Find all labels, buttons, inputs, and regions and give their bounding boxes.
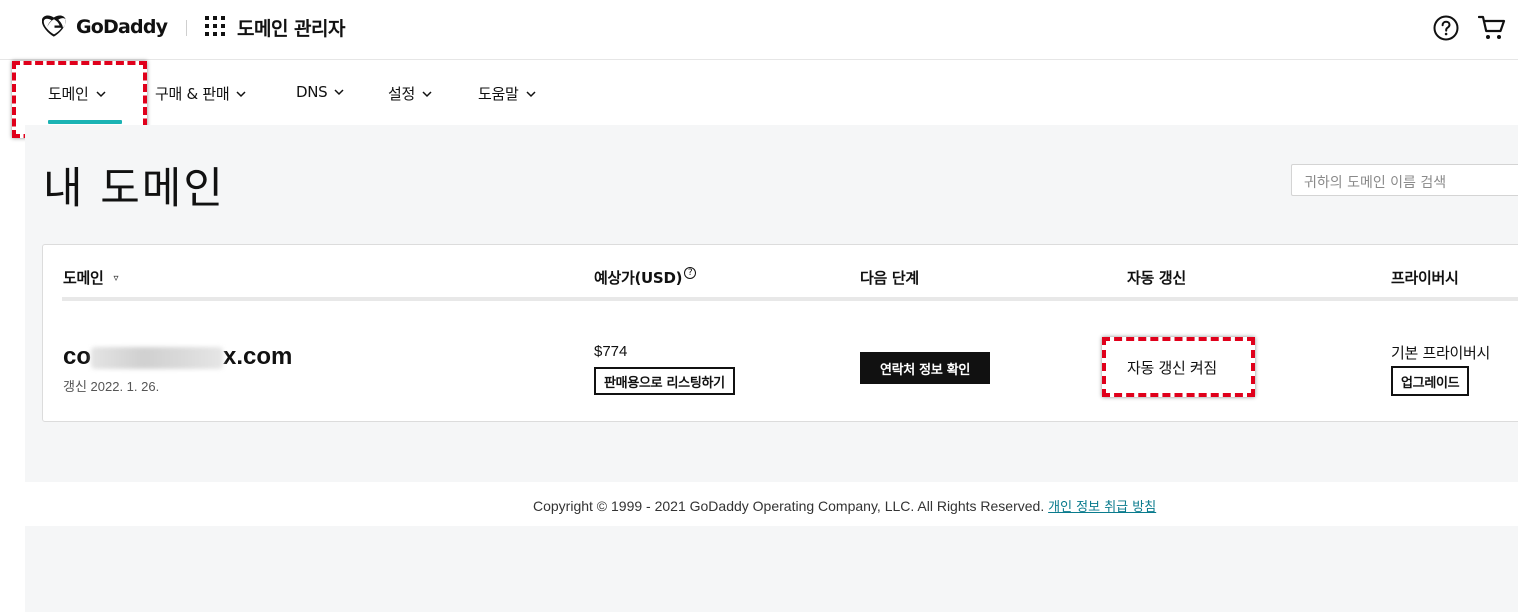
domain-name-prefix: co xyxy=(63,343,92,370)
apps-grid-icon[interactable] xyxy=(205,16,225,36)
column-header-price: 예상가(USD)? xyxy=(594,267,697,288)
brand-name: GoDaddy xyxy=(76,16,168,38)
privacy-policy-link[interactable]: 개인 정보 취급 방침 xyxy=(1048,500,1156,515)
cart-icon[interactable] xyxy=(1478,15,1506,41)
top-header: GoDaddy 도메인 관리자 xyxy=(0,0,1518,60)
upgrade-button[interactable]: 업그레이드 xyxy=(1391,366,1470,396)
renew-date: 갱신 2022. 1. 26. xyxy=(63,379,160,394)
chevron-down-icon xyxy=(334,89,344,96)
nav-buy-sell[interactable]: 구매 & 판매 xyxy=(155,83,246,104)
estimated-price: $774 xyxy=(594,343,628,360)
domain-search-input[interactable]: 귀하의 도메인 이름 검색 xyxy=(1291,164,1518,196)
domains-table xyxy=(42,244,1518,422)
nav-settings[interactable]: 설정 xyxy=(388,83,432,104)
redacted-blur xyxy=(91,346,224,369)
column-header-privacy: 프라이버시 xyxy=(1391,269,1459,287)
column-header-next-step: 다음 단계 xyxy=(860,269,919,287)
godaddy-logo-icon xyxy=(42,15,67,37)
help-icon[interactable] xyxy=(1433,15,1459,41)
highlight-annotation-auto-renew xyxy=(1102,337,1255,397)
list-for-sale-button[interactable]: 판매용으로 리스팅하기 xyxy=(594,367,735,395)
nav-help-label: 도움말 xyxy=(478,85,519,103)
nav-dns[interactable]: DNS xyxy=(296,83,344,101)
column-header-auto-renew: 자동 갱신 xyxy=(1127,269,1186,287)
page-title: 내 도메인 xyxy=(43,164,225,214)
chevron-down-icon xyxy=(236,90,246,97)
privacy-status: 기본 프라이버시 xyxy=(1391,344,1490,362)
column-header-domain[interactable]: 도메인 ▿ xyxy=(63,267,119,288)
nav-buy-sell-label: 구매 & 판매 xyxy=(155,85,230,103)
chevron-down-icon xyxy=(422,90,432,97)
help-circle-icon[interactable]: ? xyxy=(684,267,697,279)
nav-dns-label: DNS xyxy=(296,83,328,101)
column-header-domain-label: 도메인 xyxy=(63,269,104,287)
domain-name-suffix: x.com xyxy=(223,343,293,370)
table-header-divider xyxy=(62,297,1518,301)
verify-contact-button[interactable]: 연락처 정보 확인 xyxy=(860,352,990,384)
main-nav: 도메인 구매 & 판매 DNS 설정 도움말 xyxy=(0,61,1518,125)
domain-name-link[interactable]: co x.com xyxy=(63,343,292,371)
sort-icon[interactable]: ▿ xyxy=(114,273,119,284)
nav-help[interactable]: 도움말 xyxy=(478,83,536,104)
app-title: 도메인 관리자 xyxy=(237,18,346,40)
nav-settings-label: 설정 xyxy=(388,85,416,103)
column-header-price-label: 예상가(USD) xyxy=(594,269,683,287)
footer-copyright: Copyright © 1999 - 2021 GoDaddy Operatin… xyxy=(533,496,1156,515)
chevron-down-icon xyxy=(525,90,536,97)
godaddy-logo[interactable]: GoDaddy xyxy=(42,14,168,40)
page-bottom xyxy=(25,526,1518,612)
header-divider xyxy=(186,20,187,36)
copyright-text: Copyright © 1999 - 2021 GoDaddy Operatin… xyxy=(533,498,1045,514)
